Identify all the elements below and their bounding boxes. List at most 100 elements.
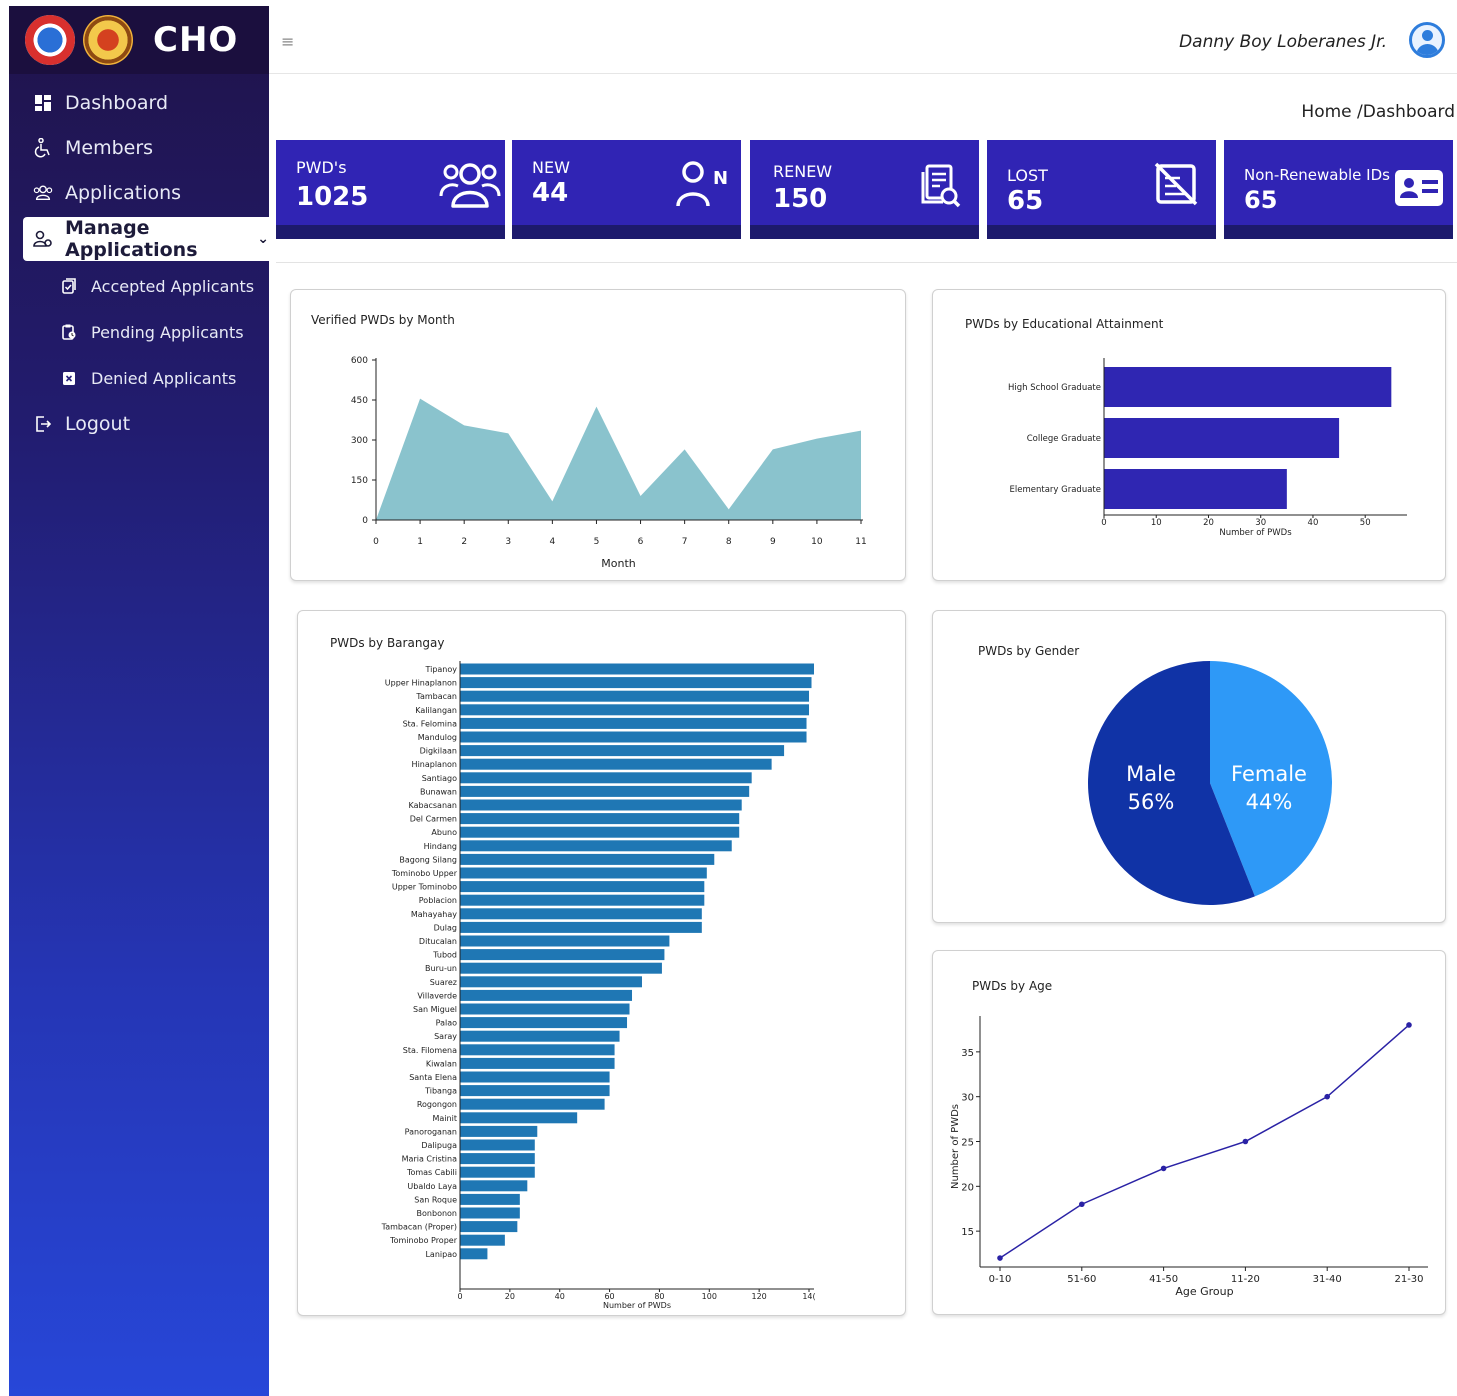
topbar: ≡ Danny Boy Loberanes Jr. xyxy=(269,6,1457,74)
app-root: CHO Dashboard Members Applications Manag… xyxy=(0,0,1457,1396)
x-tick-label: 10 xyxy=(811,537,823,547)
category-label: Ditucalan xyxy=(419,937,457,946)
avatar[interactable] xyxy=(1409,22,1445,58)
data-point xyxy=(997,1255,1003,1261)
y-tick-label: 25 xyxy=(961,1138,974,1149)
category-label: Kabacsanan xyxy=(409,801,458,810)
bar xyxy=(460,881,705,893)
stat-label: RENEW xyxy=(773,162,833,181)
bar xyxy=(460,1248,488,1260)
category-label: Poblacion xyxy=(419,896,457,905)
category-label: San Miguel xyxy=(413,1005,457,1014)
brand-title: CHO xyxy=(153,20,239,60)
category-label: Hinaplanon xyxy=(412,760,457,769)
sidebar-item-pending-applicants[interactable]: Pending Applicants xyxy=(9,309,269,355)
bar xyxy=(460,1234,505,1246)
sidebar-item-manage-applications[interactable]: Manage Applications ⌄ xyxy=(23,217,269,261)
sidebar-item-label: Logout xyxy=(65,412,131,435)
pie-label: Female xyxy=(1231,762,1307,786)
category-label: High School Graduate xyxy=(1008,383,1101,393)
stat-label: LOST xyxy=(1007,166,1048,185)
x-tick-label: 20 xyxy=(505,1292,515,1301)
chart-panel-age: PWDs by Age 15 20 25 30 35 0-10 51-60 41-50 11-2… xyxy=(932,950,1446,1315)
stat-card-lost[interactable]: LOST 65 xyxy=(987,140,1216,239)
y-tick-label: 150 xyxy=(351,476,368,486)
menu-toggle-icon[interactable]: ≡ xyxy=(281,32,294,51)
y-axis-label: Number of PWDs xyxy=(950,1104,961,1189)
bar xyxy=(460,745,785,757)
category-label: Ubaldo Laya xyxy=(407,1182,457,1191)
bar xyxy=(460,826,740,838)
x-tick-label: 80 xyxy=(654,1292,664,1301)
sidebar-item-dashboard[interactable]: Dashboard xyxy=(9,80,269,125)
bar xyxy=(460,1221,518,1233)
bar xyxy=(460,1057,615,1069)
x-tick-label: 40 xyxy=(555,1292,565,1301)
bar xyxy=(460,976,642,988)
data-point xyxy=(1242,1138,1249,1145)
category-label: Saray xyxy=(434,1032,457,1041)
bar xyxy=(460,1098,605,1110)
category-label: Panoroganan xyxy=(405,1127,457,1136)
x-tick-label: 100 xyxy=(702,1292,717,1301)
breadcrumb[interactable]: Home /Dashboard xyxy=(1301,102,1455,122)
x-tick-label: 60 xyxy=(604,1292,614,1301)
bar xyxy=(460,921,702,933)
bar xyxy=(460,717,807,729)
category-label: Lanipao xyxy=(425,1250,457,1259)
sidebar-item-logout[interactable]: Logout xyxy=(9,401,269,446)
bar xyxy=(460,1180,528,1192)
category-label: Digkilaan xyxy=(420,747,457,756)
category-label: Mainit xyxy=(433,1114,457,1123)
category-label: Sta. Filomena xyxy=(403,1046,457,1055)
svg-text:N: N xyxy=(713,168,728,189)
y-tick-label: 30 xyxy=(961,1093,974,1104)
bar xyxy=(460,1166,535,1178)
dashboard-icon xyxy=(33,93,53,113)
user-name[interactable]: Danny Boy Loberanes Jr. xyxy=(1179,32,1387,52)
category-label: Rogongon xyxy=(417,1100,457,1109)
stat-value: 150 xyxy=(773,184,828,214)
data-point xyxy=(1324,1093,1330,1100)
bar xyxy=(460,1030,620,1042)
stat-value: 44 xyxy=(532,178,569,208)
sidebar-item-label: Manage Applications xyxy=(65,217,198,261)
bar xyxy=(460,1071,610,1083)
bar xyxy=(460,1112,578,1124)
data-point xyxy=(1406,1022,1412,1028)
bar xyxy=(460,704,810,716)
category-label: Palao xyxy=(436,1019,457,1028)
category-label: Tominobo Upper xyxy=(391,869,458,878)
sidebar-item-label: Members xyxy=(65,136,154,159)
stat-value: 65 xyxy=(1007,186,1044,216)
sidebar-item-applications[interactable]: Applications xyxy=(9,170,269,215)
sidebar-item-members[interactable]: Members xyxy=(9,125,269,170)
stat-card-pwds[interactable]: PWD's 1025 xyxy=(276,140,505,239)
city-seal-logo xyxy=(25,15,75,65)
bar xyxy=(460,1193,520,1205)
stat-card-new[interactable]: NEW 44 N xyxy=(512,140,741,239)
bar xyxy=(460,908,702,920)
bar xyxy=(460,1044,615,1056)
x-tick-label: 0-10 xyxy=(989,1274,1012,1285)
manage-users-icon xyxy=(33,229,53,249)
new-user-icon: N xyxy=(675,158,731,208)
pie-value-label: 44% xyxy=(1246,790,1293,814)
sidebar-item-label: Pending Applicants xyxy=(91,322,244,342)
bar xyxy=(460,989,633,1001)
x-tick-label: 4 xyxy=(549,537,555,547)
x-tick-label: 9 xyxy=(770,537,776,547)
bar xyxy=(460,663,814,675)
bar xyxy=(460,758,772,770)
stat-card-renew[interactable]: RENEW 150 xyxy=(750,140,979,239)
category-label: Maria Cristina xyxy=(402,1155,457,1164)
clipboard-clock-icon xyxy=(59,322,79,342)
category-label: Upper Hinaplanon xyxy=(385,679,457,688)
sidebar-item-accepted-applicants[interactable]: Accepted Applicants xyxy=(9,263,269,309)
x-axis-label: Month xyxy=(601,557,636,570)
bar xyxy=(460,677,812,689)
stat-card-non-renewable[interactable]: Non-Renewable IDs 65 xyxy=(1224,140,1453,239)
sidebar-item-denied-applicants[interactable]: Denied Applicants xyxy=(9,355,269,401)
bar xyxy=(460,935,670,947)
x-tick-label: 21-30 xyxy=(1394,1274,1423,1285)
